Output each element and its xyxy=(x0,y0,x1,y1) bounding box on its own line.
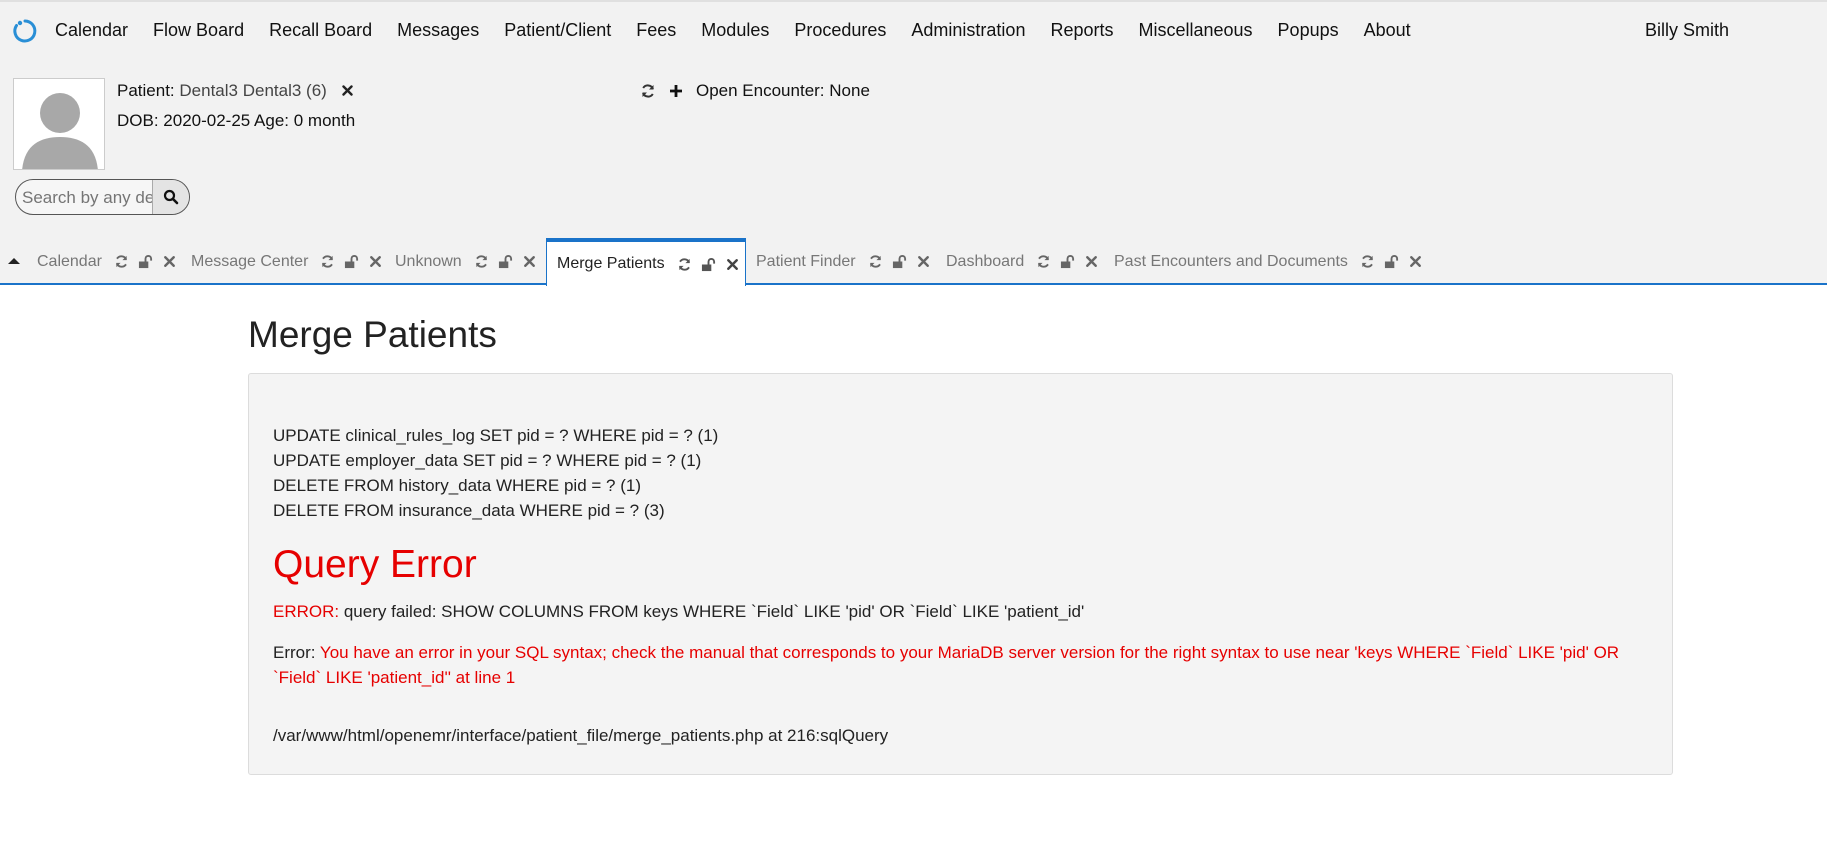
sql-line: DELETE FROM insurance_data WHERE pid = ?… xyxy=(273,501,665,520)
error-message: Error: You have an error in your SQL syn… xyxy=(273,640,1648,690)
menu-flow-board[interactable]: Flow Board xyxy=(153,20,244,41)
refresh-tab-icon[interactable] xyxy=(114,254,129,269)
close-tab-icon[interactable] xyxy=(916,254,931,269)
refresh-tab-icon[interactable] xyxy=(677,257,692,272)
unlock-tab-icon[interactable] xyxy=(1060,254,1075,269)
search-button[interactable] xyxy=(152,180,189,214)
sql-line: DELETE FROM history_data WHERE pid = ? (… xyxy=(273,476,641,495)
menu-items: Calendar Flow Board Recall Board Message… xyxy=(55,20,1436,41)
sql-log: UPDATE clinical_rules_log SET pid = ? WH… xyxy=(273,423,718,523)
query-error-heading: Query Error xyxy=(273,543,477,586)
menu-reports[interactable]: Reports xyxy=(1050,20,1113,41)
tab-bar: Calendar Message Center Unknown Merge Pa… xyxy=(0,238,1827,286)
tab-label: Message Center xyxy=(191,252,309,270)
patient-dob-age: DOB: 2020-02-25 Age: 0 month xyxy=(117,111,356,130)
menu-about[interactable]: About xyxy=(1364,20,1411,41)
unlock-tab-icon[interactable] xyxy=(1384,254,1399,269)
menu-recall-board[interactable]: Recall Board xyxy=(269,20,372,41)
tab-dashboard[interactable]: Dashboard xyxy=(946,238,1099,285)
close-tab-icon[interactable] xyxy=(725,257,740,272)
refresh-tab-icon[interactable] xyxy=(868,254,883,269)
unlock-tab-icon[interactable] xyxy=(344,254,359,269)
menu-administration[interactable]: Administration xyxy=(911,20,1025,41)
collapse-header-icon[interactable] xyxy=(8,258,20,264)
unlock-tab-icon[interactable] xyxy=(701,257,716,272)
tab-unknown[interactable]: Unknown xyxy=(395,238,537,285)
patient-label: Patient: xyxy=(117,81,175,100)
encounter-bar: Open Encounter: None xyxy=(640,81,870,101)
close-tab-icon[interactable] xyxy=(522,254,537,269)
tab-calendar[interactable]: Calendar xyxy=(37,238,177,285)
patient-name-line: Patient: Dental3 Dental3 (6) xyxy=(117,81,353,101)
unlock-tab-icon[interactable] xyxy=(498,254,513,269)
tab-label: Patient Finder xyxy=(756,252,856,270)
menu-miscellaneous[interactable]: Miscellaneous xyxy=(1138,20,1252,41)
tab-label: Unknown xyxy=(395,252,462,270)
tab-past-encounters-documents[interactable]: Past Encounters and Documents xyxy=(1114,238,1423,285)
error2-text: You have an error in your SQL syntax; ch… xyxy=(273,643,1620,687)
menu-messages[interactable]: Messages xyxy=(397,20,479,41)
refresh-encounter-icon[interactable] xyxy=(640,83,656,99)
main-menu-bar: Calendar Flow Board Recall Board Message… xyxy=(0,2,1827,64)
open-encounter-label: Open Encounter: None xyxy=(696,81,870,100)
tab-label: Dashboard xyxy=(946,252,1025,270)
patient-avatar xyxy=(13,78,105,170)
menu-modules[interactable]: Modules xyxy=(701,20,769,41)
menu-fees[interactable]: Fees xyxy=(636,20,676,41)
menu-patient-client[interactable]: Patient/Client xyxy=(504,20,611,41)
page-title: Merge Patients xyxy=(248,314,497,355)
tab-label: Calendar xyxy=(37,252,102,270)
close-tab-icon[interactable] xyxy=(1408,254,1423,269)
sql-line: UPDATE employer_data SET pid = ? WHERE p… xyxy=(273,451,702,470)
refresh-tab-icon[interactable] xyxy=(1360,254,1375,269)
avatar-placeholder-icon xyxy=(14,79,104,169)
unlock-tab-icon[interactable] xyxy=(138,254,153,269)
close-tab-icon[interactable] xyxy=(368,254,383,269)
close-tab-icon[interactable] xyxy=(1084,254,1099,269)
header-area: Calendar Flow Board Recall Board Message… xyxy=(0,0,1827,286)
patient-search-input[interactable] xyxy=(16,180,164,214)
refresh-tab-icon[interactable] xyxy=(320,254,335,269)
error-file-path: /var/www/html/openemr/interface/patient_… xyxy=(273,726,889,745)
refresh-tab-icon[interactable] xyxy=(474,254,489,269)
tab-merge-patients[interactable]: Merge Patients xyxy=(546,238,746,286)
error2-label: Error: xyxy=(273,643,320,662)
new-encounter-plus-icon[interactable] xyxy=(668,83,684,99)
menu-procedures[interactable]: Procedures xyxy=(794,20,886,41)
patient-search xyxy=(15,179,190,215)
unlock-tab-icon[interactable] xyxy=(892,254,907,269)
close-tab-icon[interactable] xyxy=(162,254,177,269)
menu-popups[interactable]: Popups xyxy=(1278,20,1339,41)
tab-label: Past Encounters and Documents xyxy=(1114,252,1348,270)
refresh-tab-icon[interactable] xyxy=(1036,254,1051,269)
search-icon xyxy=(163,189,179,205)
openemr-logo-icon[interactable] xyxy=(12,18,38,44)
patient-name-link[interactable]: Dental3 Dental3 (6) xyxy=(179,81,326,100)
tab-patient-finder[interactable]: Patient Finder xyxy=(756,238,931,285)
sql-line: UPDATE clinical_rules_log SET pid = ? WH… xyxy=(273,426,719,445)
user-menu[interactable]: Billy Smith xyxy=(1645,20,1729,41)
error-query-line: ERROR: query failed: SHOW COLUMNS FROM k… xyxy=(273,602,1084,622)
merge-results-panel: UPDATE clinical_rules_log SET pid = ? WH… xyxy=(248,373,1673,775)
close-patient-icon[interactable] xyxy=(341,85,353,96)
tab-label: Merge Patients xyxy=(557,255,665,272)
menu-calendar[interactable]: Calendar xyxy=(55,20,128,41)
error-label: ERROR: xyxy=(273,602,340,621)
tab-message-center[interactable]: Message Center xyxy=(191,238,383,285)
error-query-text: query failed: SHOW COLUMNS FROM keys WHE… xyxy=(339,602,1085,621)
